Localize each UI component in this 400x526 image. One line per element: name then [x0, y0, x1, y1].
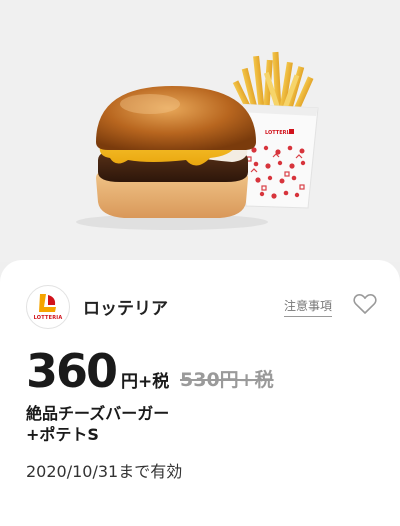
- expiry-date: 2020/10/31まで有効: [26, 462, 183, 481]
- fries-box-logo-text: LOTTERIA: [265, 130, 292, 136]
- original-price: 530円+税: [180, 369, 274, 391]
- brand-logo: LOTTERIA: [26, 285, 70, 329]
- brand-name: ロッテリア: [83, 299, 168, 319]
- burger-and-fries-illustration: LOTTERIA: [76, 51, 319, 230]
- heart-outline-icon: [353, 293, 377, 314]
- price-suffix: 円+税: [121, 372, 170, 392]
- brand-row: LOTTERIA ロッテリア 注意事項: [26, 285, 378, 331]
- brand-logo-text: LOTTERIA: [33, 315, 63, 321]
- item-name-line-1: 絶品チーズバーガー: [26, 404, 170, 423]
- notice-button[interactable]: 注意事項: [284, 299, 333, 317]
- coupon-page: LOTTERIA LOTTERIA ロッテリア 注意事項 360 円+税 530…: [0, 0, 400, 526]
- item-name: 絶品チーズバーガー +ポテトS: [26, 403, 169, 445]
- lotteria-logo-icon: [39, 294, 56, 312]
- coupon-price: 360: [26, 344, 118, 398]
- favorite-button[interactable]: [352, 291, 378, 317]
- item-name-line-2: +ポテトS: [26, 425, 99, 444]
- price-row: 360 円+税 530円+税: [26, 345, 366, 397]
- product-image: LOTTERIA: [0, 0, 400, 262]
- coupon-card[interactable]: LOTTERIA ロッテリア 注意事項 360 円+税 530円+税 絶品チーズ…: [0, 260, 400, 526]
- cheeseburger: [96, 86, 256, 218]
